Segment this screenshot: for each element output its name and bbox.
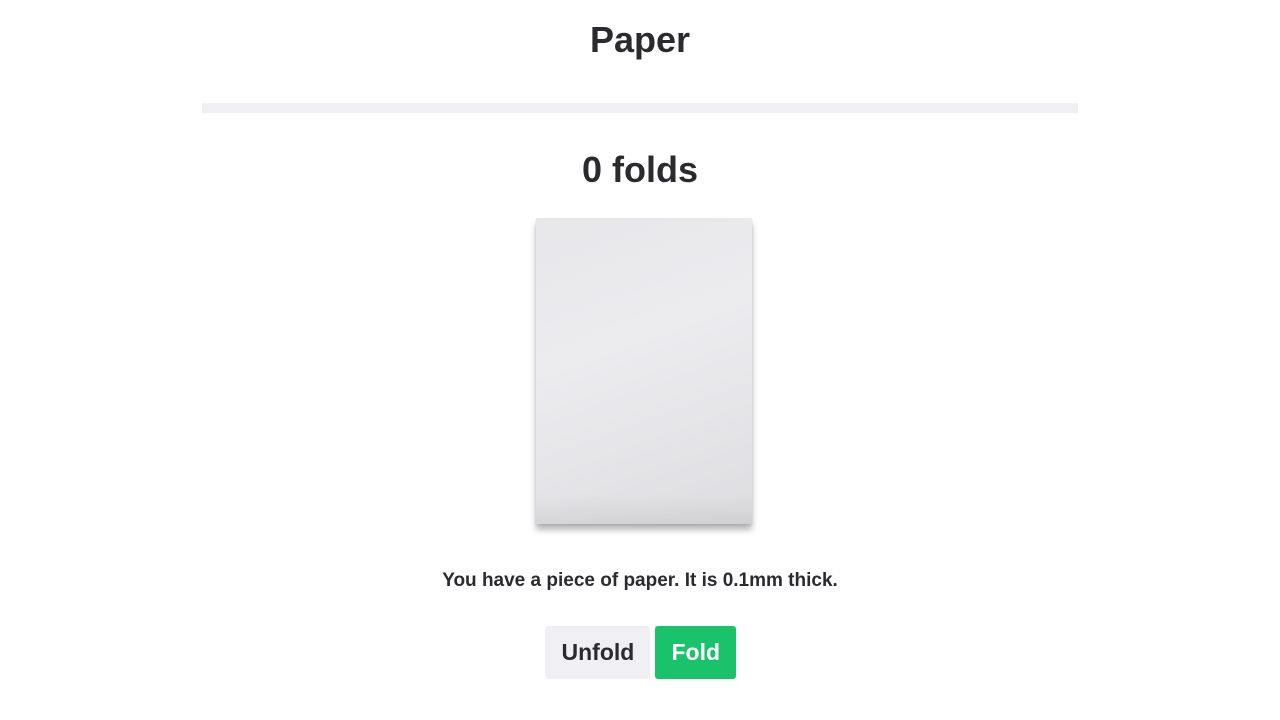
action-buttons: Unfold Fold [0,626,1280,679]
paper-description: You have a piece of paper. It is 0.1mm t… [442,570,838,591]
header-divider [202,103,1078,113]
paper-image [536,218,752,524]
fold-button[interactable]: Fold [654,626,736,679]
page-title: Paper [589,19,691,60]
folds-count-heading: 0 folds [581,149,698,190]
unfold-button[interactable]: Unfold [544,626,650,679]
